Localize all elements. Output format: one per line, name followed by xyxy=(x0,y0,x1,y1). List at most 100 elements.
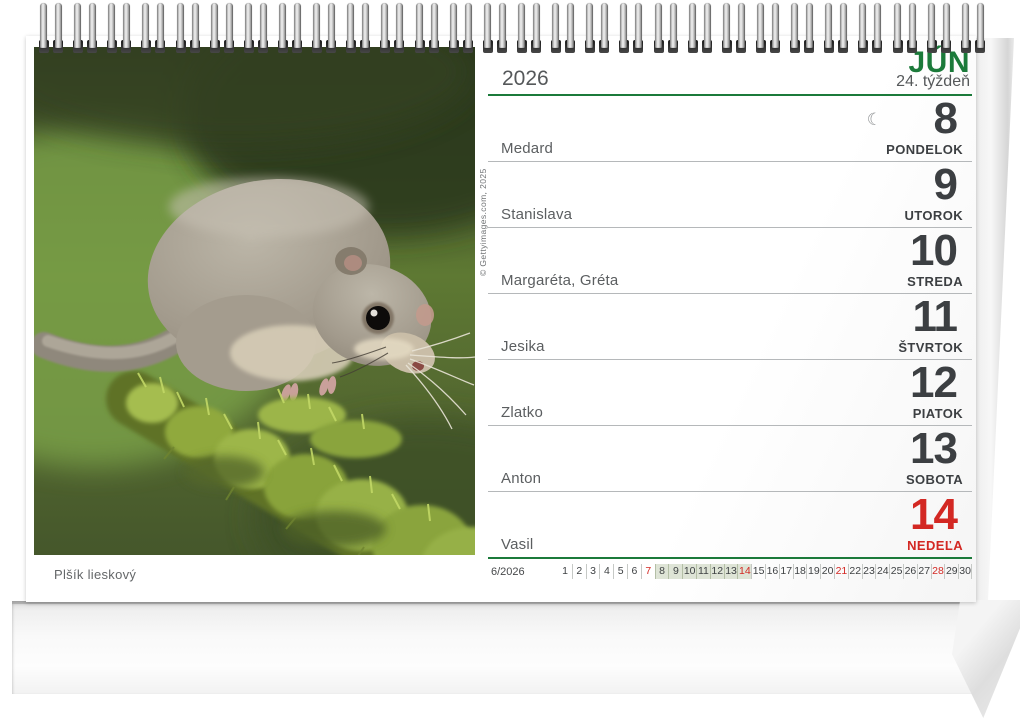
binding-ring xyxy=(653,3,679,53)
day-number: 8 xyxy=(934,97,957,142)
strip-day-7: 7 xyxy=(641,564,655,579)
strip-day-5: 5 xyxy=(613,564,627,579)
strip-day-10: 10 xyxy=(682,564,696,579)
binding-wire xyxy=(226,3,233,48)
dormouse-photo-illustration xyxy=(34,47,475,555)
day-row-wednesday: 10 STREDA Margaréta, Gréta xyxy=(488,228,972,294)
binding-wire xyxy=(655,3,662,48)
binding-wire xyxy=(328,3,335,48)
binding-ring xyxy=(516,3,542,53)
binding-wire xyxy=(757,3,764,48)
binding-wire xyxy=(74,3,81,48)
calendar-photo xyxy=(34,47,475,555)
nameday-label: Zlatko xyxy=(501,404,543,421)
binding-ring xyxy=(345,3,371,53)
page-stack-side-edge xyxy=(972,38,1014,602)
spiral-binding xyxy=(38,3,986,53)
binding-wire xyxy=(928,3,935,48)
nameday-label: Medard xyxy=(501,140,553,157)
day-row-monday: ☾ 8 PONDELOK Medard xyxy=(488,96,972,162)
binding-wire xyxy=(601,3,608,48)
binding-wire xyxy=(294,3,301,48)
strip-day-24: 24 xyxy=(875,564,889,579)
calendar-stand-base xyxy=(12,601,974,694)
strip-day-23: 23 xyxy=(862,564,876,579)
strip-day-4: 4 xyxy=(599,564,613,579)
weekday-label: PONDELOK xyxy=(886,142,963,157)
strip-day-25: 25 xyxy=(889,564,903,579)
photo-credit: © Gettyimages.com, 2025 xyxy=(478,56,488,276)
binding-wire xyxy=(55,3,62,48)
strip-day-30: 30 xyxy=(958,564,972,579)
strip-day-3: 3 xyxy=(586,564,600,579)
month-overview-strip: 6/2026 123456789101112131415161718192021… xyxy=(488,564,972,579)
day-row-sunday: 14 NEDEĽA Vasil xyxy=(488,492,972,559)
binding-ring xyxy=(823,3,849,53)
binding-wire xyxy=(450,3,457,48)
binding-wire xyxy=(533,3,540,48)
month-strip-days: 1234567891011121314151617181920212223242… xyxy=(558,564,972,579)
binding-wire xyxy=(499,3,506,48)
binding-wire xyxy=(962,3,969,48)
binding-wire xyxy=(260,3,267,48)
strip-day-14: 14 xyxy=(737,564,751,579)
strip-day-19: 19 xyxy=(806,564,820,579)
binding-ring xyxy=(414,3,440,53)
strip-day-11: 11 xyxy=(696,564,710,579)
binding-ring xyxy=(584,3,610,53)
binding-wire xyxy=(142,3,149,48)
binding-wire xyxy=(567,3,574,48)
strip-day-22: 22 xyxy=(848,564,862,579)
binding-ring xyxy=(175,3,201,53)
binding-wire xyxy=(396,3,403,48)
binding-wire xyxy=(738,3,745,48)
desk-calendar-scene: Plšík lieskový © Gettyimages.com, 2025 J… xyxy=(0,0,1024,727)
binding-wire xyxy=(859,3,866,48)
month-strip-label: 6/2026 xyxy=(491,566,530,578)
binding-wire xyxy=(977,3,984,48)
binding-ring xyxy=(379,3,405,53)
binding-ring xyxy=(721,3,747,53)
strip-day-12: 12 xyxy=(710,564,724,579)
binding-wire xyxy=(704,3,711,48)
strip-day-18: 18 xyxy=(793,564,807,579)
nameday-label: Margaréta, Gréta xyxy=(501,272,618,289)
strip-day-20: 20 xyxy=(820,564,834,579)
strip-day-28: 28 xyxy=(931,564,945,579)
strip-day-6: 6 xyxy=(627,564,641,579)
day-number: 11 xyxy=(912,295,957,340)
day-number: 13 xyxy=(910,427,957,472)
day-number: 10 xyxy=(910,229,957,274)
binding-ring xyxy=(243,3,269,53)
binding-wire xyxy=(211,3,218,48)
week-panel: JÚN 2026 24. týždeň ☾ 8 PONDELOK Medard … xyxy=(488,48,972,579)
strip-day-21: 21 xyxy=(834,564,848,579)
binding-wire xyxy=(723,3,730,48)
binding-wire xyxy=(586,3,593,48)
strip-day-15: 15 xyxy=(751,564,765,579)
binding-wire xyxy=(772,3,779,48)
weekday-label: ŠTVRTOK xyxy=(898,340,963,355)
calendar-stand-fold xyxy=(952,600,1020,718)
calendar-page: Plšík lieskový © Gettyimages.com, 2025 J… xyxy=(26,36,976,602)
binding-wire xyxy=(362,3,369,48)
day-row-tuesday: 9 UTOROK Stanislava xyxy=(488,162,972,228)
strip-day-1: 1 xyxy=(558,564,572,579)
binding-wire xyxy=(840,3,847,48)
binding-wire xyxy=(791,3,798,48)
binding-wire xyxy=(416,3,423,48)
binding-ring xyxy=(482,3,508,53)
binding-ring xyxy=(311,3,337,53)
binding-ring xyxy=(857,3,883,53)
binding-wire xyxy=(177,3,184,48)
week-number-label: 24. týždeň xyxy=(896,73,970,91)
nameday-label: Stanislava xyxy=(501,206,572,223)
binding-ring xyxy=(618,3,644,53)
binding-wire xyxy=(943,3,950,48)
binding-wire xyxy=(518,3,525,48)
binding-ring xyxy=(38,3,64,53)
strip-day-13: 13 xyxy=(724,564,738,579)
moon-phase-icon: ☾ xyxy=(867,110,882,130)
strip-day-9: 9 xyxy=(668,564,682,579)
strip-day-27: 27 xyxy=(917,564,931,579)
